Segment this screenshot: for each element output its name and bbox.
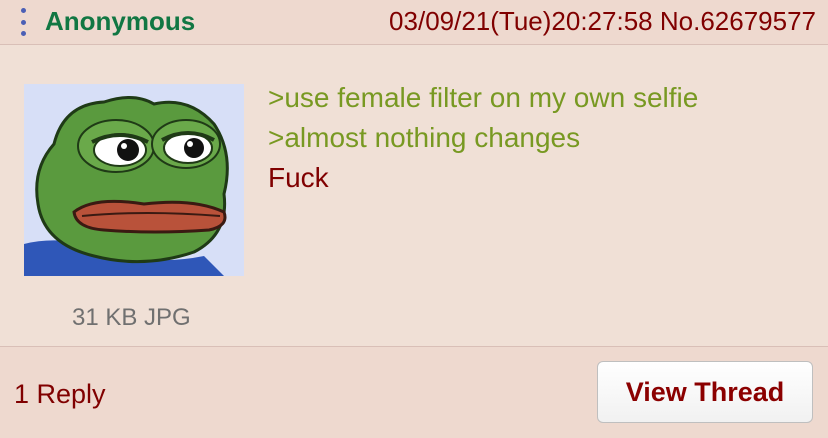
post-image[interactable]	[24, 84, 244, 276]
post-text-line: Fuck	[268, 162, 329, 193]
post-meta: 03/09/21(Tue)20:27:58 No.62679577	[389, 6, 816, 37]
frog-illustration	[24, 84, 244, 276]
vertical-dots-icon[interactable]	[20, 8, 26, 36]
view-thread-button[interactable]: View Thread	[597, 361, 813, 423]
reply-count[interactable]: 1 Reply	[14, 379, 106, 410]
post-number[interactable]: No.62679577	[660, 6, 816, 36]
greentext-line: >almost nothing changes	[268, 122, 581, 153]
post-body: >use female filter on my own selfie >alm…	[268, 78, 698, 198]
post-header: Anonymous 03/09/21(Tue)20:27:58 No.62679…	[0, 0, 828, 45]
greentext-line: >use female filter on my own selfie	[268, 82, 699, 113]
poster-name: Anonymous	[45, 6, 196, 36]
post-date: 03/09/21(Tue)20:27:58	[389, 6, 653, 36]
file-info: 31 KB JPG	[72, 304, 191, 331]
post-footer: 1 Reply View Thread	[0, 346, 828, 438]
